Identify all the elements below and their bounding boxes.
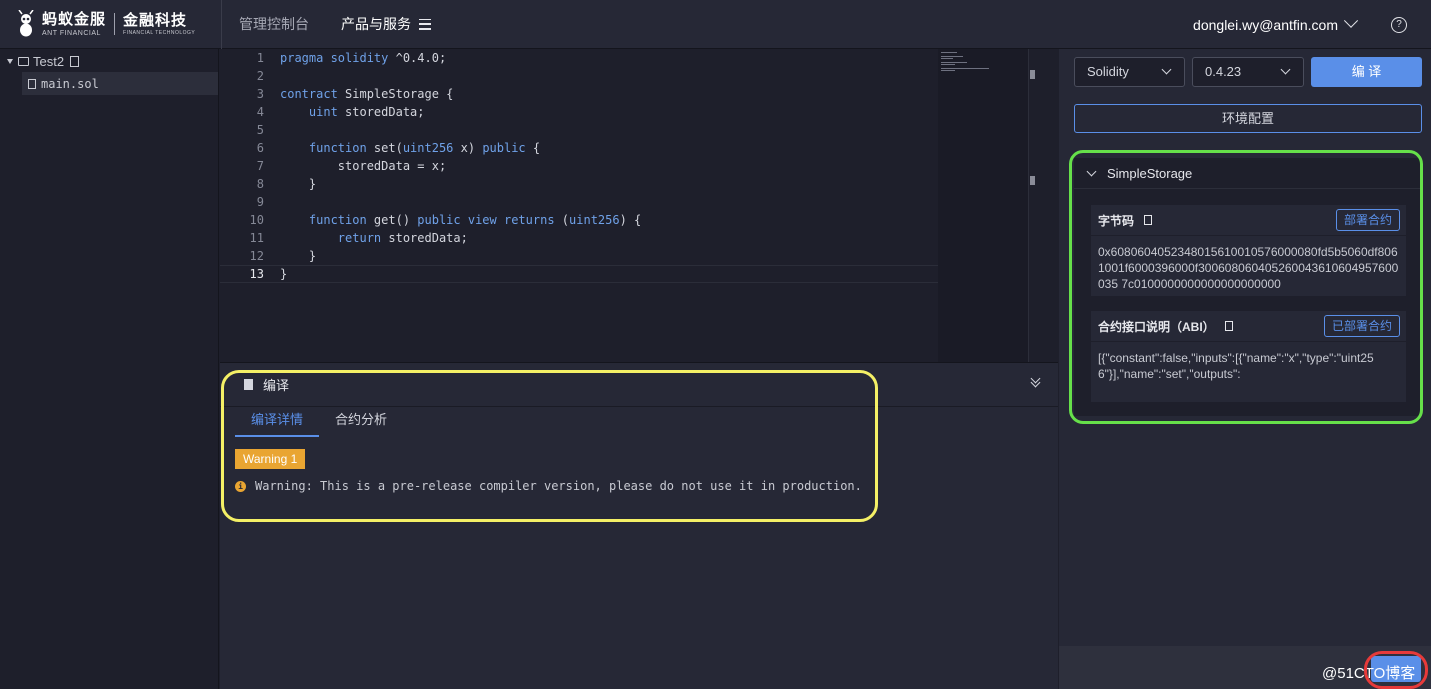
- line-number: 4: [256, 105, 264, 119]
- code-line: contract SimpleStorage {: [280, 87, 454, 101]
- version-value: 0.4.23: [1205, 64, 1242, 79]
- line-gutter: 1 2 3 4 5 6 7 8 9 10 11 12 13: [220, 49, 264, 283]
- code-line: storedData = x;: [280, 159, 447, 173]
- version-select[interactable]: 0.4.23: [1192, 57, 1304, 87]
- top-bar: 蚂蚁金服 ANT FINANCIAL 金融科技 FINANCIAL TECHNO…: [0, 0, 1431, 49]
- code-line: }: [280, 267, 288, 281]
- chevron-down-icon: [1161, 64, 1172, 75]
- scroll-marker: [1030, 176, 1035, 185]
- highlight-annotation-yellow: [221, 370, 878, 522]
- vertical-scrollbar[interactable]: [1028, 49, 1029, 362]
- logo-en-text: ANT FINANCIAL: [42, 29, 101, 37]
- chevron-down-icon: [1280, 64, 1291, 75]
- logo-separator: [114, 13, 116, 35]
- help-icon[interactable]: ?: [1391, 17, 1407, 33]
- code-line: pragma solidity ^0.4.0;: [280, 51, 447, 65]
- line-number: 12: [249, 249, 264, 263]
- line-number: 11: [249, 231, 264, 245]
- minimap[interactable]: [938, 49, 1028, 362]
- folder-icon: [18, 56, 29, 66]
- code-line: uint storedData;: [308, 105, 425, 119]
- logo-cn-text: 蚂蚁金服: [42, 10, 107, 28]
- compile-button[interactable]: 编 译: [1311, 57, 1422, 87]
- language-select[interactable]: Solidity: [1074, 57, 1185, 87]
- line-number-current: 13: [249, 267, 264, 281]
- line-number: 9: [256, 195, 264, 209]
- folder-name: Test2: [33, 53, 65, 69]
- code-line: function get() public view returns (uint…: [308, 213, 642, 227]
- logo[interactable]: 蚂蚁金服 ANT FINANCIAL 金融科技 FINANCIAL TECHNO…: [0, 0, 222, 49]
- logo2-cn-text: 金融科技: [123, 11, 188, 29]
- line-number: 5: [256, 123, 264, 137]
- line-number: 3: [256, 87, 264, 101]
- nav-console[interactable]: 管理控制台: [239, 14, 309, 34]
- file-name: main.sol: [41, 76, 99, 91]
- collapse-icon[interactable]: [1029, 373, 1041, 390]
- code-editor[interactable]: 1 2 3 4 5 6 7 8 9 10 11 12 13 pragma sol…: [220, 49, 1058, 362]
- user-email: donglei.wy@antfin.com: [1193, 16, 1338, 33]
- tree-folder[interactable]: Test2: [0, 50, 218, 72]
- line-number: 1: [256, 51, 264, 65]
- code-line: function set(uint256 x) public {: [308, 141, 541, 155]
- env-config-button[interactable]: 环境配置: [1074, 104, 1422, 133]
- code-area[interactable]: pragma solidity ^0.4.0; contract SimpleS…: [280, 49, 641, 283]
- file-icon: [28, 78, 36, 89]
- menu-icon[interactable]: [419, 18, 431, 30]
- ant-logo-icon: [18, 10, 34, 37]
- chevron-down-icon: [1343, 13, 1359, 28]
- line-number: 8: [256, 177, 264, 191]
- tree-file-main[interactable]: main.sol: [22, 72, 218, 95]
- logo2-en-text: FINANCIAL TECHNOLOGY: [123, 29, 196, 36]
- top-nav: 管理控制台 产品与服务: [222, 0, 431, 49]
- line-number: 2: [256, 69, 264, 83]
- file-tree-sidebar: Test2 main.sol: [0, 49, 219, 689]
- code-line: }: [280, 249, 317, 263]
- caret-down-icon[interactable]: [7, 58, 13, 64]
- highlight-annotation-red: [1364, 651, 1428, 689]
- new-file-icon[interactable]: [70, 55, 80, 67]
- scroll-marker: [1030, 70, 1035, 79]
- language-value: Solidity: [1087, 64, 1129, 79]
- line-number: 6: [256, 141, 264, 155]
- line-number: 7: [256, 159, 264, 173]
- user-menu[interactable]: donglei.wy@antfin.com: [1193, 0, 1359, 49]
- code-line: }: [280, 177, 317, 191]
- code-line: return storedData;: [337, 231, 468, 245]
- line-number: 10: [249, 213, 264, 227]
- highlight-annotation-green: [1069, 150, 1423, 424]
- nav-products[interactable]: 产品与服务: [341, 14, 411, 34]
